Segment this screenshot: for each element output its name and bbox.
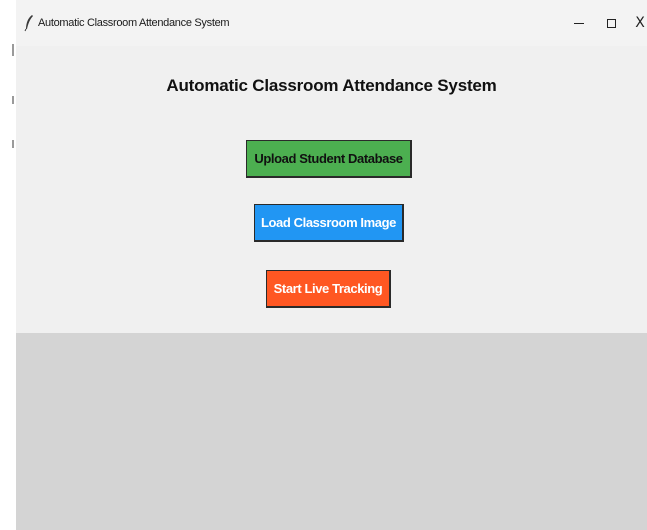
page-title: Automatic Classroom Attendance System [166,76,497,95]
minimize-button[interactable] [564,10,594,36]
app-window: Automatic Classroom Attendance System X … [16,0,647,530]
maximize-button[interactable] [596,10,626,36]
load-classroom-image-button[interactable]: Load Classroom Image [254,204,404,242]
maximize-icon [606,18,616,28]
window-title: Automatic Classroom Attendance System [38,17,230,29]
minimize-icon [574,22,584,24]
upload-student-database-button[interactable]: Upload Student Database [246,140,412,178]
feather-icon [24,14,34,32]
close-icon: X [635,15,645,31]
main-panel: Automatic Classroom Attendance System Up… [16,46,647,333]
edge-mark [12,96,14,104]
edge-mark [12,140,14,148]
start-live-tracking-button[interactable]: Start Live Tracking [266,270,391,308]
display-area [16,333,647,530]
close-button[interactable]: X [625,10,647,36]
background-window-edge [0,0,16,530]
title-bar[interactable]: Automatic Classroom Attendance System X [16,0,647,46]
edge-mark [12,44,14,56]
